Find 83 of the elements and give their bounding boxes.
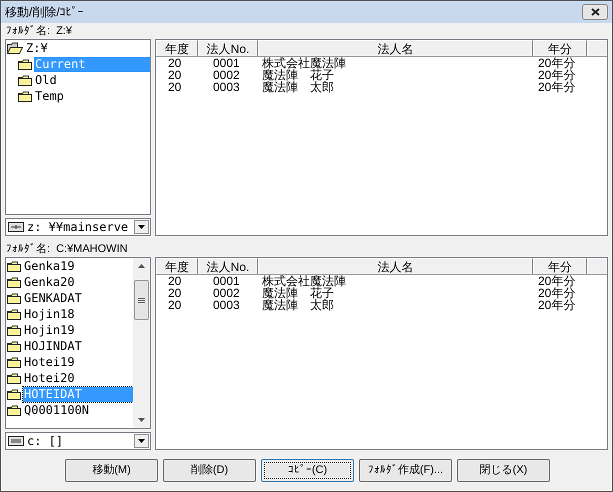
- folder-path: Z:¥: [56, 24, 72, 39]
- table-cell-text: 20年分: [537, 299, 576, 311]
- drive-icon: [8, 436, 24, 446]
- folder-item[interactable]: Q0001100N: [23, 402, 90, 418]
- folder-item[interactable]: Hojin19: [23, 322, 76, 338]
- window-title: 移動/削除/ｺﾋﾟｰ: [5, 4, 84, 21]
- table-cell-text: 20年分: [537, 69, 576, 81]
- table-cell-text: 0003: [212, 81, 241, 93]
- table-cell-text: 20: [167, 69, 182, 81]
- table-cell-text: 20年分: [537, 287, 576, 299]
- folder-item[interactable]: Old: [34, 72, 58, 88]
- table-cell-text: 0003: [212, 299, 241, 311]
- dropdown-arrow-icon: [138, 439, 145, 443]
- table-cell-text: 20: [167, 299, 182, 311]
- folder-item[interactable]: GENKADAT: [23, 290, 83, 306]
- table-cell-text: 魔法陣 太郎: [261, 299, 335, 311]
- table-cell-text: 株式会社魔法陣: [261, 275, 347, 287]
- table-cell-text: 20: [167, 57, 182, 69]
- folder-icon: [7, 388, 21, 400]
- close-button[interactable]: [582, 4, 608, 20]
- folder-icon: [18, 58, 32, 70]
- drive-dropdown[interactable]: c: []: [5, 432, 151, 450]
- table-cell-text: 20年分: [537, 81, 576, 93]
- folder-icon: [7, 292, 21, 304]
- grip-icon: [138, 298, 145, 302]
- column-header[interactable]: 法人No.: [198, 258, 258, 274]
- table-cell-text: 株式会社魔法陣: [261, 57, 347, 69]
- drive-dropdown[interactable]: z: ¥¥mainserve: [5, 218, 151, 236]
- folder-label: ﾌｫﾙﾀﾞ名:: [6, 24, 50, 39]
- column-header[interactable]: 年分: [533, 40, 587, 56]
- network-drive-icon: [8, 222, 24, 232]
- folder-icon: [18, 74, 32, 86]
- table-cell-text: 0002: [212, 69, 241, 81]
- table-cell-text: 魔法陣 花子: [261, 287, 334, 299]
- folder-icon: [7, 404, 21, 416]
- up-arrow-icon: [138, 264, 145, 268]
- dialog-button[interactable]: 削除(D): [163, 459, 256, 482]
- table-cell-text: 20: [167, 275, 182, 287]
- folder-icon: [7, 372, 21, 384]
- folder-icon: [7, 260, 21, 272]
- folder-item[interactable]: Genka20: [23, 274, 76, 290]
- folder-icon: [7, 340, 21, 352]
- dialog-button[interactable]: ﾌｫﾙﾀﾞ作成(F)...: [359, 459, 452, 482]
- folder-icon: [7, 324, 21, 336]
- table-cell-text: 20年分: [537, 275, 576, 287]
- dialog-button[interactable]: 移動(M): [65, 459, 158, 482]
- folder-icon: [7, 356, 21, 368]
- open-folder-icon: [7, 42, 23, 54]
- folder-item[interactable]: Z:¥: [25, 40, 49, 56]
- table-cell-text: 20: [167, 81, 182, 93]
- folder-item[interactable]: HOJINDAT: [23, 338, 83, 354]
- table-cell-text: 0001: [212, 275, 241, 287]
- table-cell-text: 魔法陣 太郎: [261, 81, 335, 93]
- folder-path: C:¥MAHOWIN: [56, 242, 128, 257]
- table-cell-text: 20年分: [537, 57, 576, 69]
- scroll-thumb[interactable]: [134, 280, 149, 320]
- folder-icon: [7, 308, 21, 320]
- folder-item[interactable]: Genka19: [23, 258, 76, 274]
- folder-label: ﾌｫﾙﾀﾞ名:: [6, 242, 50, 257]
- table-cell-text: 0001: [212, 57, 241, 69]
- close-icon: [590, 8, 600, 16]
- column-header[interactable]: 法人No.: [198, 40, 258, 56]
- scrollbar[interactable]: [133, 258, 150, 428]
- dialog-button[interactable]: ｺﾋﾟｰ(C): [261, 459, 354, 482]
- column-header[interactable]: 法人名: [258, 258, 533, 274]
- table-cell-text: 魔法陣 花子: [261, 69, 334, 81]
- down-arrow-icon: [138, 418, 145, 422]
- folder-icon: [18, 90, 32, 102]
- folder-item[interactable]: Hojin18: [23, 306, 76, 322]
- folder-item[interactable]: Hotei20: [23, 370, 76, 386]
- column-header[interactable]: 法人名: [258, 40, 533, 56]
- folder-item[interactable]: Hotei19: [23, 354, 76, 370]
- folder-item[interactable]: Temp: [34, 88, 65, 104]
- column-header[interactable]: 年度: [156, 40, 198, 56]
- folder-icon: [7, 276, 21, 288]
- table-cell-text: 0002: [212, 287, 241, 299]
- drive-name: z: ¥¥mainserve: [27, 219, 130, 236]
- dropdown-arrow-icon: [138, 225, 145, 229]
- drive-name: c: []: [27, 433, 64, 450]
- column-header[interactable]: 年分: [533, 258, 587, 274]
- table-cell-text: 20: [167, 287, 182, 299]
- column-header[interactable]: 年度: [156, 258, 198, 274]
- dialog-button[interactable]: 閉じる(X): [457, 459, 550, 482]
